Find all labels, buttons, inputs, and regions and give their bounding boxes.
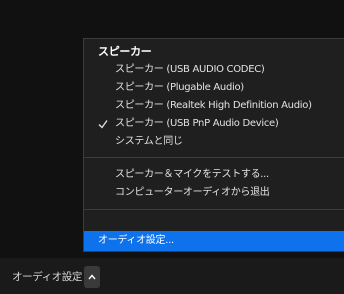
menu-item-test-speaker-mic[interactable]: スピーカー＆マイクをテストする...	[84, 166, 344, 184]
audio-menu: スピーカー スピーカー (USB AUDIO CODEC) スピーカー (Plu…	[83, 38, 344, 252]
menu-item-same-as-system[interactable]: システムと同じ	[84, 133, 344, 151]
check-icon	[98, 120, 108, 129]
menu-item-label: スピーカー (USB AUDIO CODEC)	[115, 64, 265, 75]
menu-item-label: スピーカー (Realtek High Definition Audio)	[115, 100, 312, 111]
menu-item-speaker-realtek[interactable]: スピーカー (Realtek High Definition Audio)	[84, 97, 344, 115]
menu-item-speaker-usb-audio-codec[interactable]: スピーカー (USB AUDIO CODEC)	[84, 61, 344, 79]
menu-item-label: スピーカー (Plugable Audio)	[115, 82, 244, 93]
menu-item-label: コンピューターオーディオから退出	[115, 187, 270, 198]
menu-item-speaker-usb-pnp[interactable]: スピーカー (USB PnP Audio Device)	[84, 115, 344, 133]
audio-settings-label[interactable]: オーディオ設定	[12, 271, 82, 284]
chevron-up-icon	[88, 274, 96, 280]
menu-item-audio-settings[interactable]: オーディオ設定...	[84, 231, 344, 251]
menu-divider	[84, 157, 344, 158]
audio-options-button[interactable]	[84, 266, 100, 288]
menu-item-label: スピーカー (USB PnP Audio Device)	[115, 118, 279, 129]
menu-item-label: スピーカー＆マイクをテストする...	[115, 169, 269, 180]
menu-header-speaker: スピーカー	[98, 45, 152, 58]
menu-divider	[84, 209, 344, 210]
menu-item-label: システムと同じ	[115, 136, 183, 147]
menu-item-speaker-plugable-audio[interactable]: スピーカー (Plugable Audio)	[84, 79, 344, 97]
menu-item-leave-computer-audio[interactable]: コンピューターオーディオから退出	[84, 184, 344, 202]
menu-item-label: オーディオ設定...	[98, 235, 174, 246]
